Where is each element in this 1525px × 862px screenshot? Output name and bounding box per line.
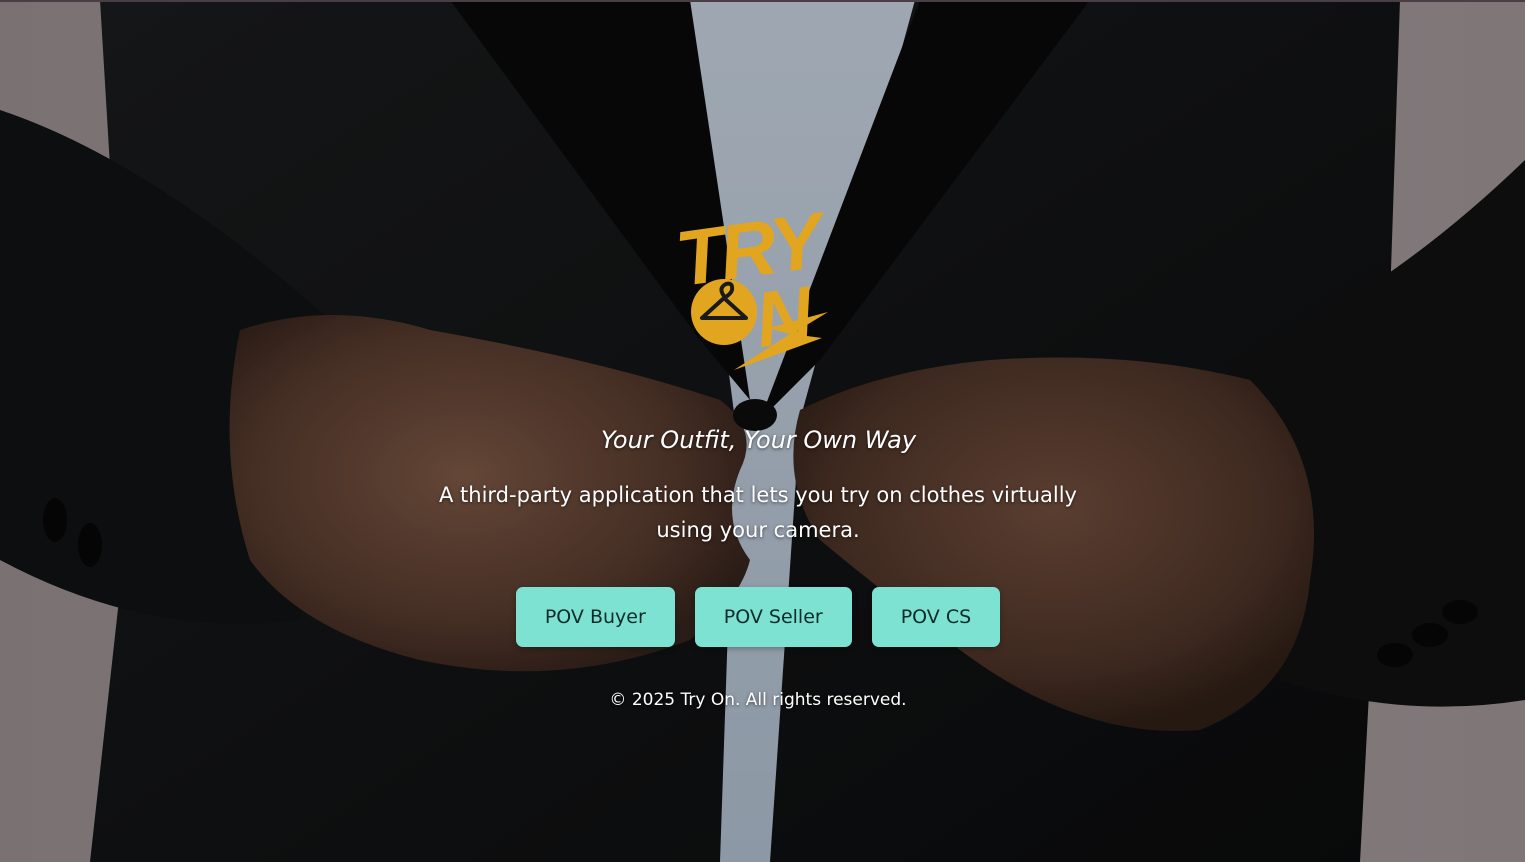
top-border [0,0,1525,2]
pov-buyer-button[interactable]: POV Buyer [515,587,675,647]
pov-cs-button[interactable]: POV CS [871,587,1001,647]
pov-button-group: POV Buyer POV Seller POV CS [0,587,1516,647]
landing-page: TRY N Your Outfit, Your Own Way A third-… [0,0,1525,862]
pov-seller-button[interactable]: POV Seller [694,587,852,647]
try-on-logo: TRY N [672,195,834,370]
app-description: A third-party application that lets you … [439,483,1077,542]
footer-copyright: © 2025 Try On. All rights reserved. [609,690,907,710]
tagline: Your Outfit, Your Own Way [600,426,917,454]
hero-content: TRY N Your Outfit, Your Own Way A third-… [0,0,1525,862]
